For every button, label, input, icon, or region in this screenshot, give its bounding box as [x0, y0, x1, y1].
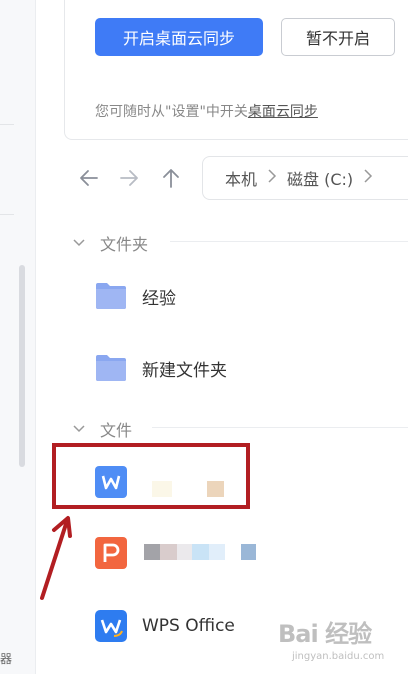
- list-item[interactable]: 经验: [94, 278, 176, 314]
- folders-group-label: 文件夹: [100, 235, 149, 254]
- enable-cloud-sync-button[interactable]: 开启桌面云同步: [95, 18, 263, 56]
- cloud-sync-hint: 您可随时从"设置"中开关桌面云同步: [95, 101, 318, 121]
- arrow-right-icon[interactable]: [115, 164, 143, 192]
- chevron-down-icon: [73, 239, 85, 247]
- group-divider: [152, 427, 408, 428]
- file-name: WPS Office: [142, 616, 235, 636]
- folder-name: 新建文件夹: [142, 360, 227, 381]
- cloud-sync-hint-text: 您可随时从"设置"中开关: [95, 104, 248, 120]
- watermark-url: jingyan.baidu.com: [292, 651, 385, 662]
- chevron-right-icon: [267, 169, 277, 187]
- chevron-right-icon: [363, 169, 373, 187]
- sidebar: 器: [0, 0, 36, 674]
- annotation-arrow-icon: [40, 516, 72, 600]
- list-item[interactable]: 新建文件夹: [94, 350, 227, 386]
- watermark-logo: Bai 经验: [278, 620, 372, 648]
- chevron-down-icon: [73, 425, 85, 433]
- wps-presentation-icon: [95, 537, 127, 569]
- cloud-sync-settings-link[interactable]: 桌面云同步: [248, 104, 318, 120]
- folders-group-header[interactable]: 文件夹: [72, 231, 148, 255]
- watermark: Bai 经验 jingyan.baidu.com: [278, 614, 408, 670]
- arrow-left-icon[interactable]: [75, 164, 103, 192]
- blurred-filename: [241, 544, 256, 560]
- folder-icon: [96, 355, 126, 381]
- list-item[interactable]: [94, 535, 142, 571]
- folder-name: 经验: [142, 288, 176, 309]
- blurred-filename: [160, 544, 177, 560]
- blurred-filename: [209, 544, 225, 560]
- wps-office-icon: [95, 610, 127, 642]
- cloud-sync-card: 开启桌面云同步 暂不开启 您可随时从"设置"中开关桌面云同步: [64, 0, 408, 140]
- breadcrumb-item-disk-c[interactable]: 磁盘 (C:): [287, 166, 353, 190]
- folder-icon: [96, 283, 126, 309]
- blurred-filename: [177, 544, 192, 560]
- files-group-header[interactable]: 文件: [72, 417, 132, 441]
- list-item[interactable]: WPS Office: [94, 608, 235, 644]
- blurred-filename: [144, 544, 160, 560]
- blurred-filename: [192, 544, 209, 560]
- arrow-up-icon[interactable]: [157, 164, 185, 192]
- sidebar-scrollbar[interactable]: [19, 265, 25, 467]
- sidebar-divider: [0, 124, 14, 125]
- sidebar-divider: [0, 214, 14, 215]
- files-group-label: 文件: [100, 421, 133, 440]
- sidebar-item-label: 器: [0, 652, 13, 666]
- highlight-box: [52, 443, 250, 509]
- breadcrumb-item-this-pc[interactable]: 本机: [225, 166, 257, 190]
- breadcrumb: 本机 磁盘 (C:): [202, 156, 408, 200]
- skip-cloud-sync-button[interactable]: 暂不开启: [281, 18, 395, 56]
- group-divider: [170, 241, 408, 242]
